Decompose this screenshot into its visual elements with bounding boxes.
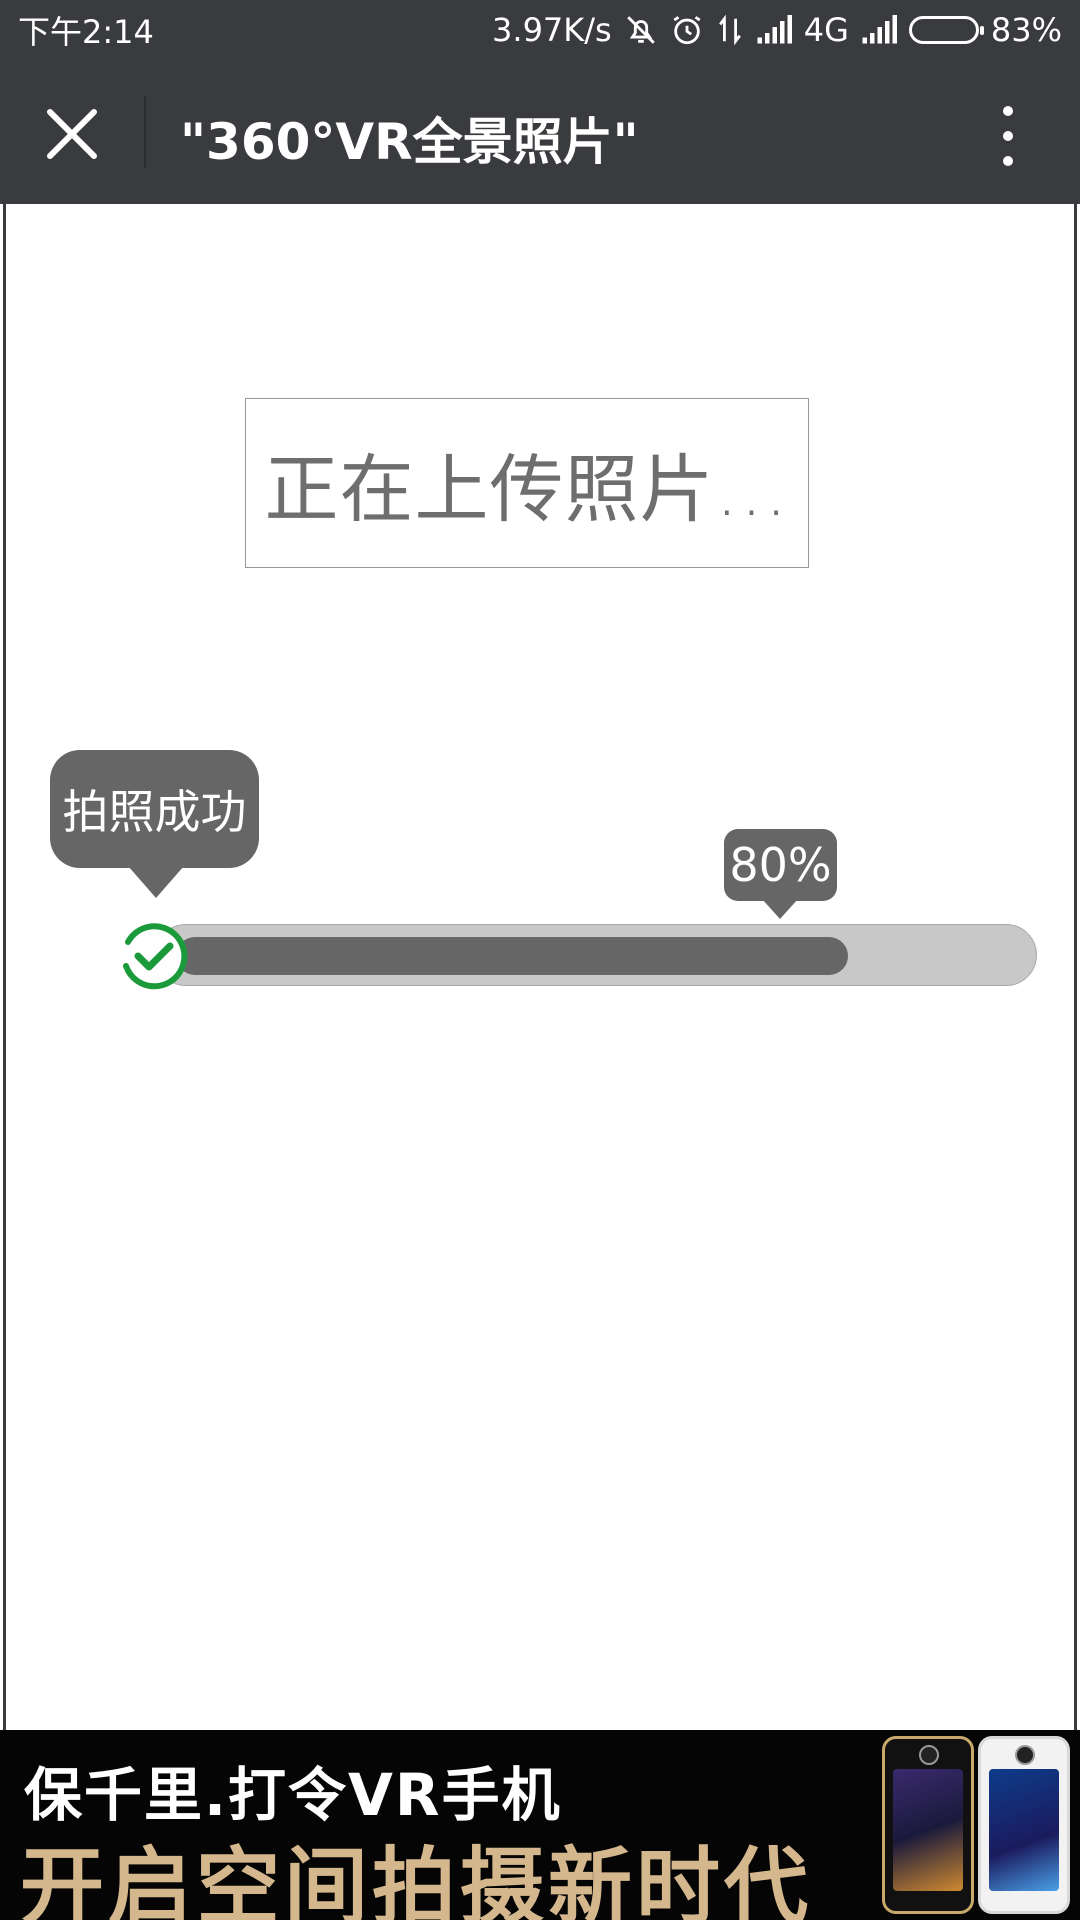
upload-status-box: 正在上传照片… [245, 398, 809, 568]
close-button[interactable] [30, 92, 114, 176]
signal-icon [756, 15, 792, 45]
status-right-group: 3.97K/s 4G 83% [492, 11, 1062, 49]
check-circle-icon [121, 923, 188, 990]
network-type: 4G [803, 11, 849, 49]
close-icon [47, 109, 97, 159]
screen: 下午2:14 3.97K/s 4G 83% "360°VR全景照片" 正在上传照… [0, 0, 1080, 1920]
battery-percent: 83% [990, 11, 1062, 49]
progress-percent-text: 80% [729, 838, 832, 892]
network-speed: 3.97K/s [492, 11, 612, 49]
phone-screen [989, 1769, 1059, 1891]
page-title: "360°VR全景照片" [180, 113, 639, 171]
phone-screen [893, 1769, 963, 1891]
phone-image [882, 1736, 974, 1914]
data-transfer-icon [716, 13, 744, 47]
upload-progress-fill [176, 937, 848, 975]
ad-banner[interactable]: 保千里.打令VR手机 开启空间拍摄新时代 [0, 1730, 1080, 1920]
status-bar: 下午2:14 3.97K/s 4G 83% [0, 0, 1080, 60]
more-vertical-icon [1003, 156, 1013, 166]
camera-icon [919, 1745, 939, 1765]
progress-percent-tooltip: 80% [724, 829, 837, 919]
upload-status-text: 正在上传照片… [264, 446, 790, 533]
camera-icon [1015, 1745, 1035, 1765]
mute-icon [624, 13, 658, 47]
title-divider [144, 96, 146, 168]
success-tooltip: 拍照成功 [50, 750, 259, 898]
more-vertical-icon [1003, 106, 1013, 116]
upload-progress-bar [155, 924, 1037, 986]
battery-icon [908, 16, 984, 44]
title-bar: "360°VR全景照片" [0, 60, 1080, 204]
status-time: 下午2:14 [18, 13, 154, 51]
more-vertical-icon [1003, 131, 1013, 141]
success-tooltip-text: 拍照成功 [62, 785, 247, 839]
phone-image [978, 1736, 1070, 1914]
ad-slogan: 开启空间拍摄新时代 [20, 1838, 813, 1920]
signal-icon [861, 15, 897, 45]
alarm-icon [670, 13, 704, 47]
more-button[interactable] [980, 100, 1036, 172]
